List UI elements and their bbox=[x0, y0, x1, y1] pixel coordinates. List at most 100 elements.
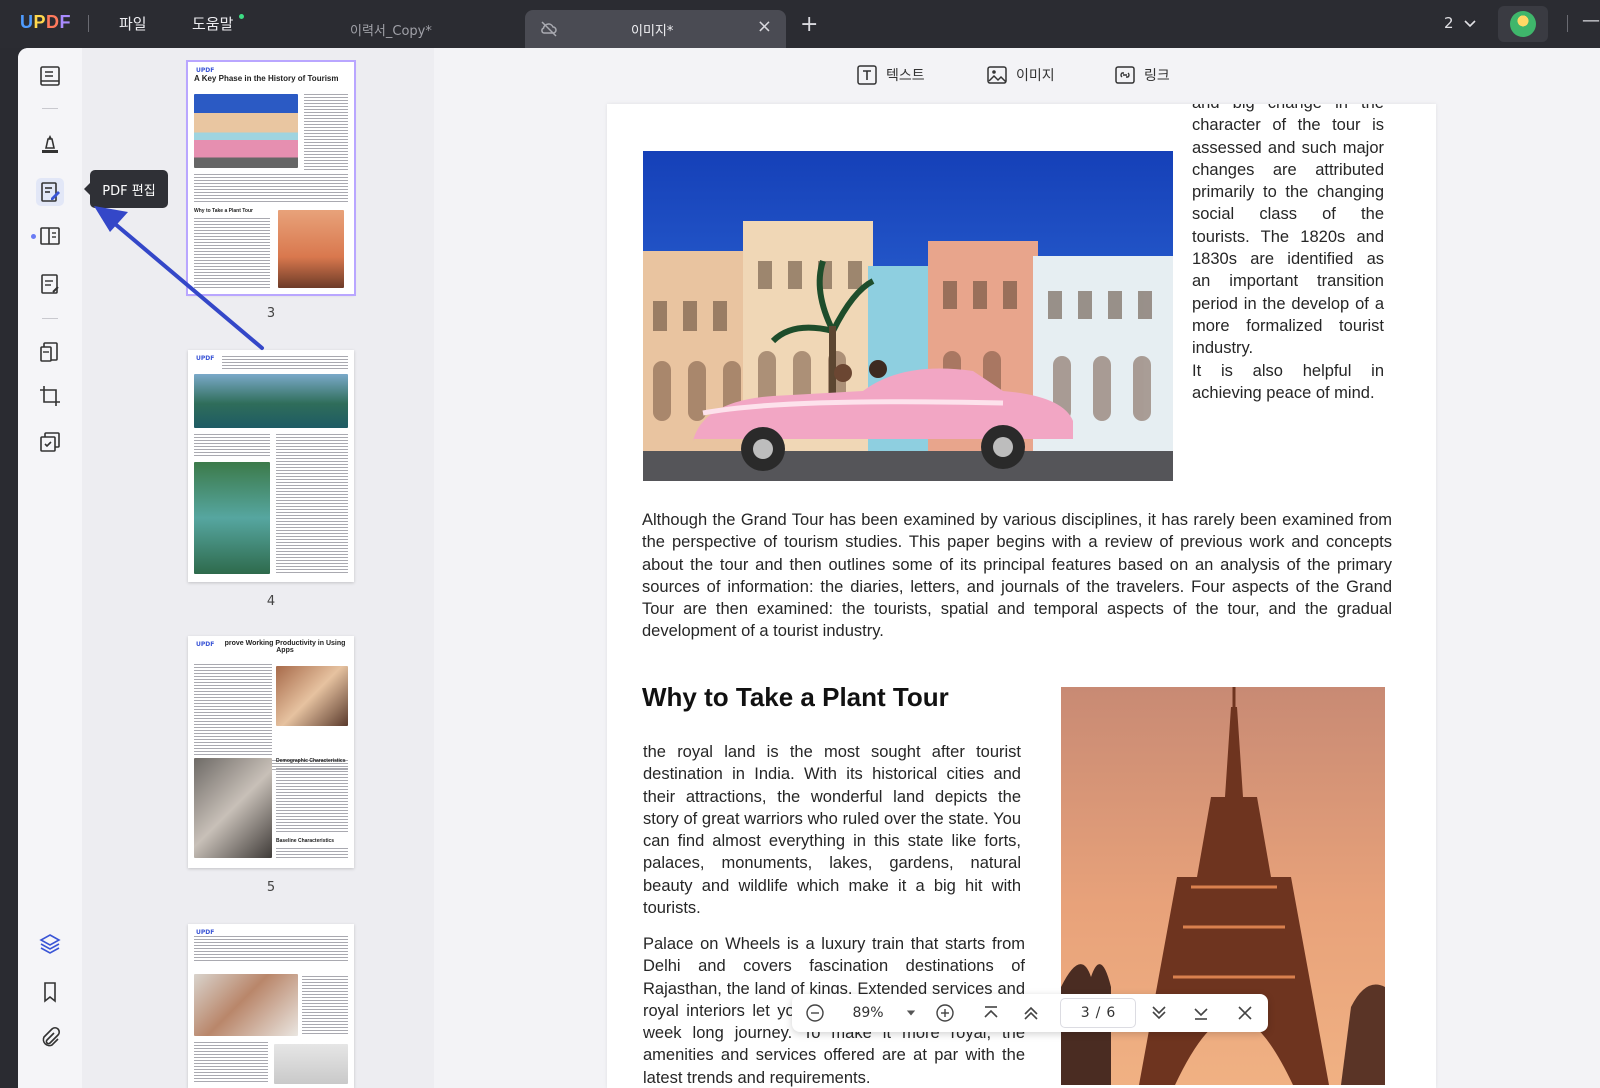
thumbnail-text bbox=[194, 664, 272, 756]
thumbnail-title: prove Working Productivity in Using Apps bbox=[224, 640, 346, 654]
edit-toolbar: 텍스트 이미지 링크 bbox=[434, 48, 1600, 104]
updf-logo[interactable]: UPDF bbox=[20, 12, 71, 33]
add-tab-button[interactable]: + bbox=[800, 12, 818, 37]
comment-icon[interactable] bbox=[36, 130, 64, 158]
thumbnail-image bbox=[276, 666, 348, 726]
thumbnail-title: A Key Phase in the History of Tourism bbox=[194, 74, 339, 83]
form-icon[interactable] bbox=[36, 270, 64, 298]
zoom-out-icon[interactable] bbox=[804, 1003, 826, 1023]
previous-page-icon[interactable] bbox=[1020, 1003, 1042, 1023]
page-thumbnail-5[interactable]: UPDF prove Working Productivity in Using… bbox=[188, 636, 354, 868]
link-tool-icon bbox=[1115, 66, 1135, 84]
edit-pdf-icon[interactable] bbox=[36, 178, 64, 206]
close-navigation-icon[interactable] bbox=[1234, 1003, 1256, 1023]
menu-file[interactable]: 파일 bbox=[119, 13, 147, 34]
side-text-line: social class of the bbox=[1192, 205, 1384, 224]
window-switcher[interactable]: 2 bbox=[1444, 14, 1476, 32]
toolbar-divider bbox=[42, 318, 58, 319]
user-avatar-button[interactable] bbox=[1498, 6, 1548, 42]
page-number-label: 5 bbox=[266, 880, 276, 895]
side-text-column[interactable]: and big change in the character of the t… bbox=[1192, 104, 1384, 404]
pdf-page: and big change in the character of the t… bbox=[607, 104, 1436, 1088]
toolbar-divider bbox=[42, 108, 58, 109]
thumbnail-text bbox=[302, 976, 348, 1036]
section-heading[interactable]: Why to Take a Plant Tour bbox=[642, 682, 949, 713]
tab-image[interactable]: 이미지* × bbox=[525, 10, 786, 48]
side-text-line: assessed and such major bbox=[1192, 138, 1384, 157]
next-page-icon[interactable] bbox=[1148, 1003, 1170, 1023]
close-tab-icon[interactable]: × bbox=[757, 16, 772, 37]
thumbnail-brand: UPDF bbox=[196, 355, 215, 362]
page-navigation-bar: 89% 3 / 6 bbox=[792, 994, 1268, 1032]
minimize-button[interactable]: — bbox=[1582, 10, 1600, 31]
text-tool-icon bbox=[857, 65, 877, 85]
page-organize-icon[interactable] bbox=[36, 222, 64, 250]
thumbnail-subheading: Demographic Characteristics bbox=[276, 758, 346, 764]
thumbnail-text bbox=[194, 434, 270, 458]
zoom-in-icon[interactable] bbox=[934, 1003, 956, 1023]
page-thumbnail-4[interactable]: UPDF bbox=[188, 350, 354, 582]
side-text-line: an important transition bbox=[1192, 272, 1384, 291]
thumbnail-image bbox=[194, 974, 298, 1036]
current-page: 3 bbox=[1080, 1005, 1090, 1021]
side-text-line: primarily to the changing bbox=[1192, 183, 1384, 202]
thumbnail-subheading: Baseline Characteristics bbox=[276, 838, 335, 844]
title-separator bbox=[88, 15, 89, 32]
protect-icon[interactable] bbox=[36, 428, 64, 456]
side-text-line: more formalized tourist bbox=[1192, 316, 1384, 335]
thumbnail-text bbox=[222, 356, 348, 370]
crop-icon[interactable] bbox=[36, 382, 64, 410]
add-image-label: 이미지 bbox=[1016, 68, 1055, 84]
reader-icon[interactable] bbox=[36, 62, 64, 90]
add-link-label: 링크 bbox=[1144, 68, 1170, 84]
bookmark-icon[interactable] bbox=[36, 978, 64, 1006]
thumbnail-subheading: Why to Take a Plant Tour bbox=[194, 208, 253, 214]
image-tool-icon bbox=[987, 66, 1007, 84]
add-image-button[interactable]: 이미지 bbox=[986, 64, 1055, 86]
page-number-input[interactable]: 3 / 6 bbox=[1060, 998, 1136, 1028]
page-number-label: 3 bbox=[266, 306, 276, 321]
zoom-level[interactable]: 89% bbox=[838, 1003, 898, 1023]
thumbnail-text bbox=[276, 848, 348, 860]
layers-icon[interactable] bbox=[36, 930, 64, 958]
page-thumbnail-6[interactable]: UPDF bbox=[188, 924, 354, 1088]
window-count: 2 bbox=[1444, 14, 1454, 32]
side-text-line: tourists. The 1820s and bbox=[1192, 227, 1384, 246]
page-number-label: 4 bbox=[266, 594, 276, 609]
tab-label: 이미지* bbox=[631, 24, 674, 39]
thumbnail-text bbox=[276, 768, 348, 834]
add-link-button[interactable]: 링크 bbox=[1114, 64, 1170, 86]
last-page-icon[interactable] bbox=[1190, 1003, 1212, 1023]
tab-resume-copy[interactable]: 이력서_Copy* bbox=[322, 10, 522, 48]
left-toolbar bbox=[18, 48, 82, 1088]
menu-help[interactable]: 도움말 bbox=[192, 13, 233, 34]
paragraph-royal-land[interactable]: the royal land is the most sought after … bbox=[643, 741, 1021, 919]
side-text-line: and big change in the bbox=[1192, 104, 1384, 114]
document-canvas: 텍스트 이미지 링크 character of the tour is asse… bbox=[434, 48, 1600, 1088]
thumbnail-image bbox=[194, 462, 270, 574]
main-window: PDF 편집 UPDF A Key Phase in the History o… bbox=[18, 48, 1600, 1088]
thumbnail-brand: UPDF bbox=[196, 67, 215, 74]
side-text-line: achieving peace of mind. bbox=[1192, 383, 1375, 402]
total-pages: 6 bbox=[1106, 1005, 1116, 1021]
tab-label: 이력서_Copy* bbox=[350, 24, 432, 39]
title-separator bbox=[1567, 15, 1568, 32]
side-text-line: It is also helpful in bbox=[1192, 361, 1384, 380]
thumbnail-text bbox=[194, 218, 270, 288]
thumbnail-image bbox=[194, 758, 272, 858]
tooltip: PDF 편집 bbox=[84, 170, 168, 208]
paragraph-grand-tour[interactable]: Although the Grand Tour has been examine… bbox=[642, 509, 1392, 643]
thumbnail-text bbox=[304, 94, 348, 170]
convert-icon[interactable] bbox=[36, 338, 64, 366]
first-page-icon[interactable] bbox=[980, 1003, 1002, 1023]
page-thumbnail-3[interactable]: UPDF A Key Phase in the History of Touri… bbox=[186, 60, 356, 296]
side-text-line: 1830s are identified as bbox=[1192, 250, 1384, 269]
thumbnail-image bbox=[194, 94, 298, 168]
havana-street-image[interactable] bbox=[643, 151, 1173, 481]
thumbnail-text bbox=[276, 434, 348, 574]
add-text-button[interactable]: 텍스트 bbox=[856, 64, 925, 86]
zoom-dropdown-icon[interactable] bbox=[904, 1003, 918, 1023]
add-text-label: 텍스트 bbox=[886, 68, 925, 84]
attachment-icon[interactable] bbox=[36, 1024, 64, 1052]
thumbnail-image bbox=[194, 374, 348, 428]
